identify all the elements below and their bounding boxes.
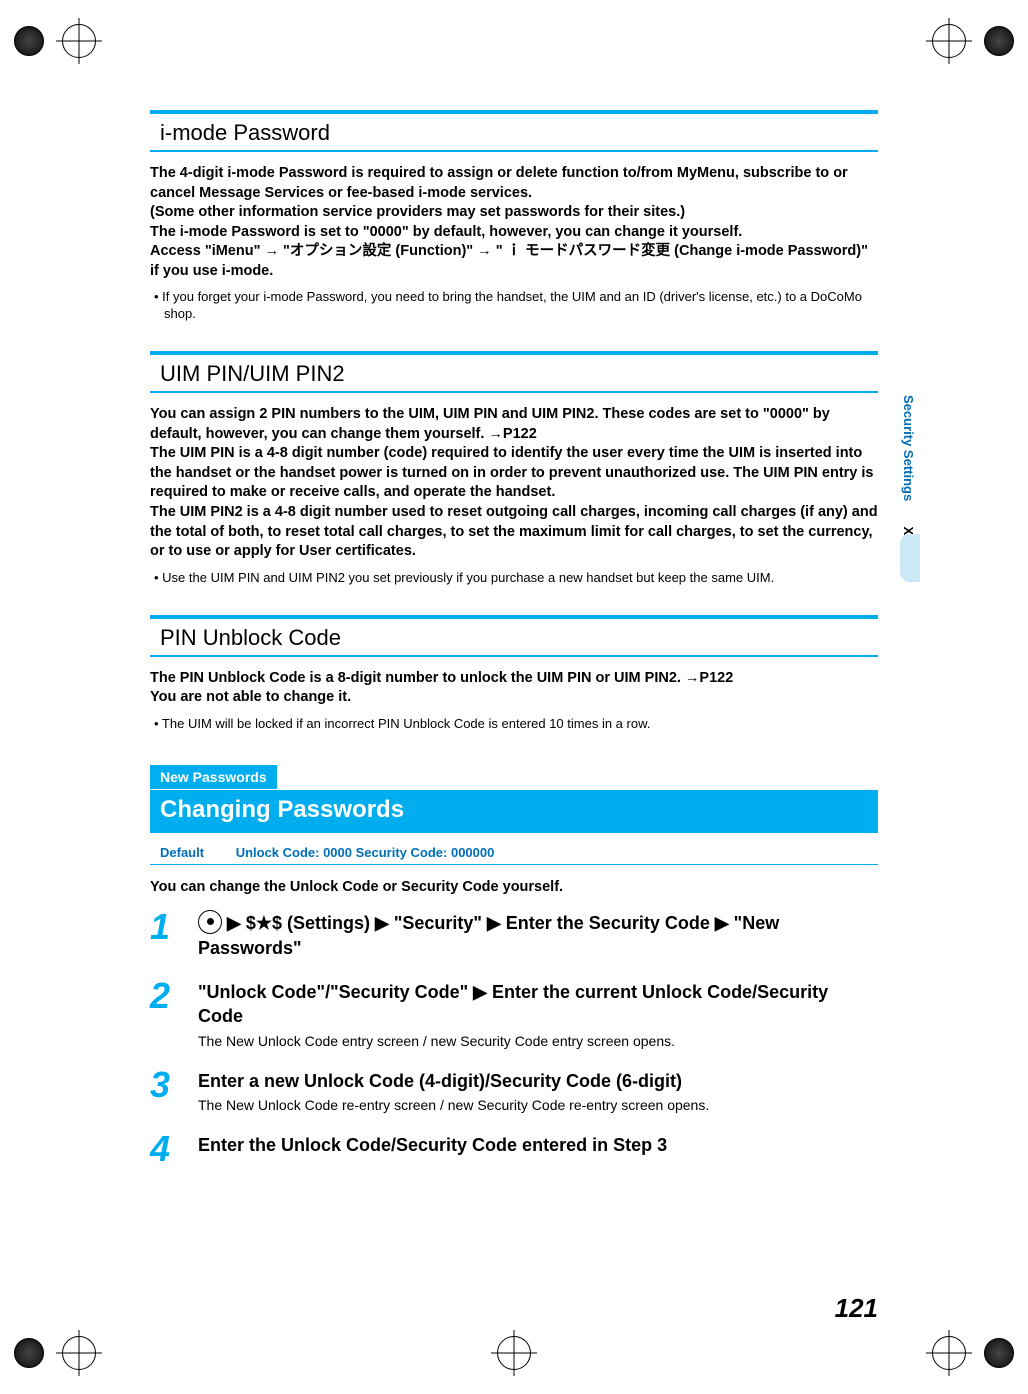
center-key-icon bbox=[198, 910, 222, 934]
chapter-name: Security Settings bbox=[901, 395, 916, 501]
unblock-note: • The UIM will be locked if an incorrect… bbox=[150, 716, 878, 733]
page-number: 121 bbox=[835, 1293, 878, 1324]
section-heading-uim: UIM PIN/UIM PIN2 bbox=[150, 351, 878, 393]
step-4: 4 Enter the Unlock Code/Security Code ent… bbox=[150, 1131, 878, 1167]
uim-note: • Use the UIM PIN and UIM PIN2 you set p… bbox=[150, 570, 878, 587]
step-number: 3 bbox=[150, 1067, 174, 1113]
page-content: i-mode Password The 4-digit i-mode Passw… bbox=[150, 110, 878, 1185]
registration-dot-icon bbox=[14, 26, 44, 56]
imode-body: The 4-digit i-mode Password is required … bbox=[150, 164, 878, 281]
registration-cross-icon bbox=[497, 1336, 531, 1370]
section-heading-imode: i-mode Password bbox=[150, 110, 878, 152]
step-title: Enter a new Unlock Code (4-digit)/Securi… bbox=[198, 1069, 878, 1093]
registration-dot-icon bbox=[984, 1338, 1014, 1368]
step-body: Enter a new Unlock Code (4-digit)/Securi… bbox=[198, 1067, 878, 1113]
side-tab-indicator bbox=[900, 534, 920, 582]
step-body: "Unlock Code"/"Security Code" ▶ Enter th… bbox=[198, 978, 878, 1049]
step-body: Enter the Unlock Code/Security Code ente… bbox=[198, 1131, 878, 1167]
default-label: Default bbox=[160, 845, 204, 860]
registration-dot-icon bbox=[14, 1338, 44, 1368]
registration-cross-icon bbox=[932, 1336, 966, 1370]
step-desc: The New Unlock Code entry screen / new S… bbox=[198, 1033, 878, 1049]
step-desc: The New Unlock Code re-entry screen / ne… bbox=[198, 1097, 878, 1113]
changing-intro: You can change the Unlock Code or Securi… bbox=[150, 879, 878, 895]
uim-body: You can assign 2 PIN numbers to the UIM,… bbox=[150, 405, 878, 562]
step-1: 1 ▶ $★$ (Settings) ▶ "Security" ▶ Enter … bbox=[150, 909, 878, 961]
registration-cross-icon bbox=[62, 1336, 96, 1370]
registration-cross-icon bbox=[932, 24, 966, 58]
unblock-body: The PIN Unblock Code is a 8-digit number… bbox=[150, 669, 878, 708]
step-title: ▶ $★$ (Settings) ▶ "Security" ▶ Enter th… bbox=[198, 911, 878, 961]
step-2: 2 "Unlock Code"/"Security Code" ▶ Enter t… bbox=[150, 978, 878, 1049]
step-number: 1 bbox=[150, 909, 174, 961]
feature-tag: New Passwords bbox=[150, 765, 277, 789]
default-values: Unlock Code: 0000 Security Code: 000000 bbox=[236, 845, 495, 860]
step-3: 3 Enter a new Unlock Code (4-digit)/Secur… bbox=[150, 1067, 878, 1113]
step-body: ▶ $★$ (Settings) ▶ "Security" ▶ Enter th… bbox=[198, 909, 878, 961]
default-row: Default Unlock Code: 0000 Security Code:… bbox=[150, 839, 878, 865]
step-number: 4 bbox=[150, 1131, 174, 1167]
feature-heading: Changing Passwords bbox=[150, 789, 878, 833]
step-title: "Unlock Code"/"Security Code" ▶ Enter th… bbox=[198, 980, 878, 1029]
step-title: Enter the Unlock Code/Security Code ente… bbox=[198, 1133, 878, 1157]
registration-cross-icon bbox=[62, 24, 96, 58]
imode-note: • If you forget your i-mode Password, yo… bbox=[150, 289, 878, 323]
step-number: 2 bbox=[150, 978, 174, 1049]
registration-dot-icon bbox=[984, 26, 1014, 56]
section-heading-unblock: PIN Unblock Code bbox=[150, 615, 878, 657]
